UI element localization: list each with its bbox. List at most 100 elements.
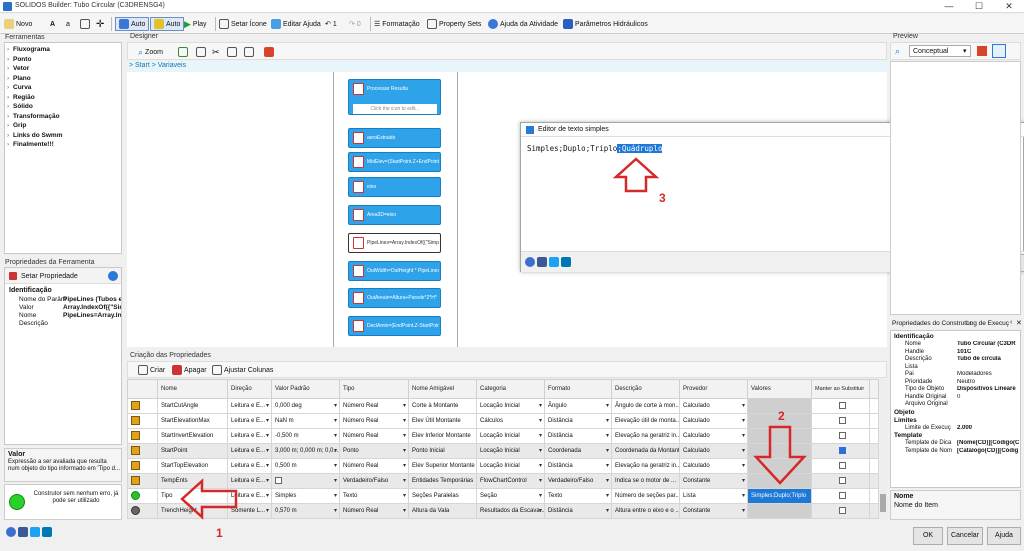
flowchart-node[interactable]: MidElev=(StartPoint.Z+EndPoint... [348, 152, 441, 172]
twitter-icon[interactable] [30, 527, 40, 537]
cell-valor[interactable]: -0,500 m [271, 428, 340, 444]
cell-provedor[interactable]: Constante [679, 503, 748, 519]
cell-formato[interactable]: Texto [544, 488, 612, 504]
cell-amigavel[interactable]: Elev Inferior Montante [408, 428, 477, 444]
cell-provedor[interactable]: Constante [679, 473, 748, 489]
cell-manter[interactable] [811, 488, 870, 504]
table-row[interactable]: StartCutAngleLeitura e E...0,000 degNúme… [127, 398, 879, 414]
cell-valor[interactable] [271, 473, 340, 489]
insert-column-button[interactable]: ✛ [96, 17, 104, 31]
twitter-icon[interactable] [549, 257, 559, 267]
manter-checkbox[interactable] [838, 402, 846, 410]
tree-item[interactable]: Vetor [7, 65, 29, 72]
auto-layout-button[interactable]: Auto [115, 17, 150, 31]
editar-ajuda-button[interactable]: Editar Ajuda [271, 17, 321, 31]
designer-tool-2[interactable] [196, 45, 206, 59]
cell-descricao[interactable]: Elevação na geratriz in... [611, 458, 680, 474]
grid-header-cell[interactable]: Formato [544, 379, 612, 399]
tree-item[interactable]: Grip [7, 122, 27, 129]
breadcrumb-link[interactable]: > Start > Variaveis [129, 62, 186, 69]
template-section[interactable]: Template [894, 432, 922, 439]
construtor-prop-value[interactable]: Modeladores [957, 371, 1020, 377]
manter-checkbox[interactable] [838, 507, 846, 515]
undo-button[interactable]: ↶ 1 [325, 17, 337, 31]
cell-provedor[interactable]: Calculado [679, 398, 748, 414]
cell-manter[interactable] [811, 398, 870, 414]
construtor-prop-value[interactable]: [Nome(CD)][Código(C [957, 440, 1020, 446]
cell-formato[interactable]: Coordenada [544, 443, 612, 459]
ajuda-atividade-button[interactable]: Ajuda da Atividade [488, 17, 558, 31]
manter-checkbox[interactable] [838, 432, 846, 440]
cell-manter[interactable] [811, 458, 870, 474]
linkedin-icon[interactable] [561, 257, 571, 267]
cell-categoria[interactable]: Locação Inicial [476, 443, 545, 459]
grid-header-cell[interactable]: Valor Padrão [271, 379, 340, 399]
prop-value[interactable]: Array.IndexOf({"Sim [63, 304, 121, 311]
construtor-prop-value[interactable]: 101C [957, 349, 1020, 355]
parametros-button[interactable]: Parâmetros Hidráulicos [563, 17, 648, 31]
cell-categoria[interactable]: Locação Inicial [476, 428, 545, 444]
cell-manter[interactable] [811, 473, 870, 489]
cell-direcao[interactable]: Leitura e E... [227, 413, 272, 429]
insert-row-button[interactable] [80, 17, 90, 31]
close-button[interactable]: ✕ [994, 0, 1024, 13]
cell-provedor[interactable]: Calculado [679, 458, 748, 474]
ok-button[interactable]: OK [913, 527, 943, 545]
cell-amigavel[interactable]: Ponto Inicial [408, 443, 477, 459]
cell-direcao[interactable]: Leitura e E... [227, 398, 272, 414]
tree-item[interactable]: Links do Swmm [7, 132, 63, 139]
tab-close-icon[interactable]: ✕ [1016, 319, 1022, 327]
identificacao-section[interactable]: Identificação [894, 333, 934, 340]
cell-descricao[interactable]: Elevação na geratriz in... [611, 428, 680, 444]
tab-propriedades-construtor[interactable]: Propriedades do Construtor [892, 320, 972, 327]
tree-item[interactable]: Curva [7, 84, 32, 91]
cell-manter[interactable] [811, 443, 870, 459]
cell-valor[interactable]: Simples [271, 488, 340, 504]
manter-checkbox[interactable] [838, 492, 846, 500]
grid-header-cell[interactable]: Categoria [476, 379, 545, 399]
row-icon-cell[interactable] [127, 488, 158, 504]
designer-tool-5[interactable] [244, 45, 254, 59]
cell-nome[interactable]: StartPoint [157, 443, 228, 459]
cell-direcao[interactable]: Leitura e E... [227, 428, 272, 444]
flowchart-node[interactable]: OutAreain=Altura+Parede*2*H* [348, 288, 441, 308]
cell-tipo[interactable]: Verdadeiro/Falso [339, 473, 409, 489]
tree-item[interactable]: Região [7, 94, 35, 101]
cell-manter[interactable] [811, 428, 870, 444]
flowchart-node[interactable]: OutWidth=OutHeight * PipeLines... [348, 261, 441, 281]
cell-tipo[interactable]: Ponto [339, 443, 409, 459]
cell-amigavel[interactable]: Elev Superior Montante [408, 458, 477, 474]
cell-amigavel[interactable]: Corte à Montante [408, 398, 477, 414]
cell-tipo[interactable]: Número Real [339, 413, 409, 429]
minimize-button[interactable]: — [934, 0, 964, 13]
novo-button[interactable]: Novo [4, 17, 32, 31]
grid-header-cell[interactable]: Manter ao Substituir [811, 379, 870, 399]
tree-item[interactable]: Finalmente!!! [7, 141, 54, 148]
property-sets-button[interactable]: Property Sets [427, 17, 481, 31]
grid-scrollbar-thumb[interactable] [880, 494, 886, 512]
cell-descricao[interactable]: Altura entre o eixo e o ... [611, 503, 680, 519]
cell-valor[interactable]: 0,570 m [271, 503, 340, 519]
cell-valores[interactable] [747, 503, 812, 519]
ajuda-button[interactable]: Ajuda [987, 527, 1021, 545]
cell-tipo[interactable]: Número Real [339, 458, 409, 474]
auto-run-button[interactable]: Auto [150, 17, 185, 31]
construtor-prop-value[interactable]: Tubo de circula [957, 356, 1020, 362]
construtor-prop-value[interactable]: Dispositivos Lineare [957, 386, 1020, 392]
tree-item[interactable]: Plano [7, 75, 31, 82]
cell-amigavel[interactable]: Elev Útil Montante [408, 413, 477, 429]
cell-categoria[interactable]: Seção [476, 488, 545, 504]
apagar-button[interactable]: Apagar [172, 363, 207, 377]
prop-value[interactable]: PipeLines (Tubos e [63, 296, 121, 303]
cell-formato[interactable]: Verdadeiro/Falso [544, 473, 612, 489]
cell-nome[interactable]: StartTopElevation [157, 458, 228, 474]
globe-icon[interactable] [525, 257, 535, 267]
cell-provedor[interactable]: Calculado [679, 443, 748, 459]
cell-provedor[interactable]: Lista [679, 488, 748, 504]
cell-valor[interactable]: 0,000 deg [271, 398, 340, 414]
designer-tool-1[interactable] [178, 45, 188, 59]
cell-valores[interactable]: Simples;Duplo;Triplo [747, 488, 812, 504]
grid-header-cell[interactable]: Direção [227, 379, 272, 399]
manter-checkbox[interactable] [838, 462, 846, 470]
prop-value[interactable]: PipeLines=Array.Inc [63, 312, 121, 319]
